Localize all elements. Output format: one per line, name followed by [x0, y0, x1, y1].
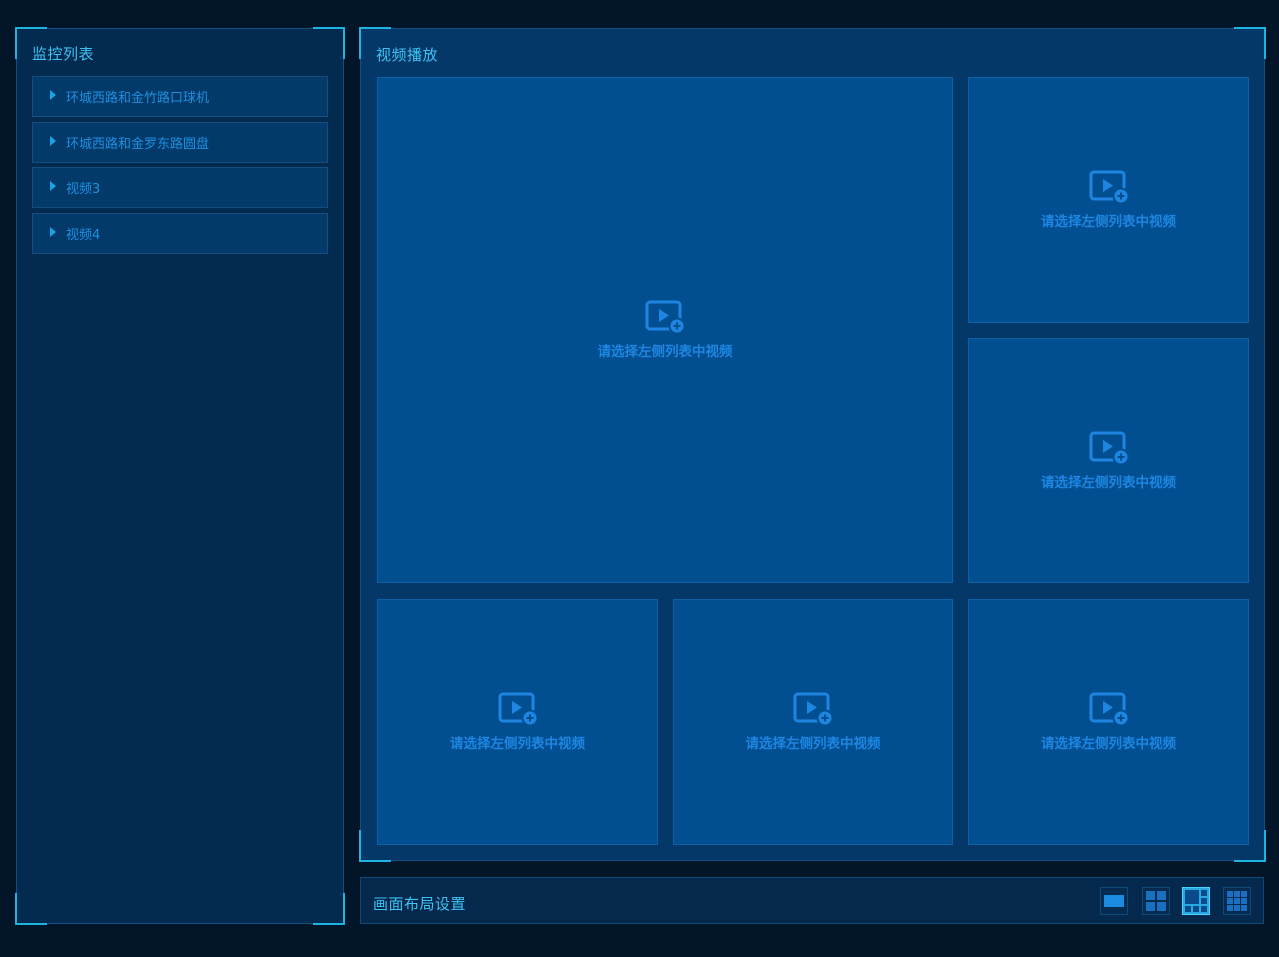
layout-settings-title: 画面布局设置	[373, 895, 467, 913]
corner-decoration	[313, 893, 345, 925]
corner-decoration	[15, 893, 47, 925]
layout-4-button[interactable]	[1142, 887, 1170, 915]
video-placeholder-text: 请选择左侧列表中视频	[1041, 474, 1176, 491]
video-add-icon	[645, 300, 685, 334]
layout-1-button[interactable]	[1100, 887, 1128, 915]
video-cell[interactable]: 请选择左侧列表中视频	[968, 338, 1249, 583]
video-cell-main[interactable]: 请选择左侧列表中视频	[377, 77, 953, 583]
corner-decoration	[1234, 27, 1266, 59]
caret-right-icon	[50, 89, 56, 100]
video-placeholder-text: 请选择左侧列表中视频	[745, 736, 881, 752]
layout-settings-bar: 画面布局设置	[360, 877, 1264, 924]
video-placeholder-text: 请选择左侧列表中视频	[1041, 214, 1176, 230]
layout-1-icon	[1104, 895, 1124, 907]
video-add-icon	[498, 692, 538, 726]
video-add-icon	[793, 692, 833, 726]
video-playback-title: 视频播放	[376, 46, 439, 64]
video-cell[interactable]: 请选择左侧列表中视频	[377, 599, 658, 845]
video-playback-panel: 视频播放 请选择左侧列表中视频 请选择左侧列表中视频 请选择左侧列表中视频 请选…	[359, 27, 1266, 862]
caret-right-icon	[50, 135, 56, 146]
video-placeholder-text: 请选择左侧列表中视频	[1041, 736, 1176, 752]
video-placeholder-text: 请选择左侧列表中视频	[597, 344, 733, 360]
corner-decoration	[313, 27, 345, 59]
monitor-list-item[interactable]: 环城西路和金竹路口球机	[32, 76, 328, 117]
layout-6-icon	[1185, 890, 1207, 912]
monitor-list-panel: 监控列表 环城西路和金竹路口球机 环城西路和金罗东路圆盘 视频3 视频4	[15, 27, 345, 925]
monitor-list-title: 监控列表	[32, 45, 95, 63]
monitor-list-item[interactable]: 视频4	[32, 213, 328, 254]
layout-6-button[interactable]	[1182, 887, 1210, 915]
monitor-list-item[interactable]: 环城西路和金罗东路圆盘	[32, 122, 328, 163]
monitor-list-item-label: 环城西路和金竹路口球机	[66, 91, 210, 106]
video-cell[interactable]: 请选择左侧列表中视频	[968, 599, 1249, 845]
layout-9-button[interactable]	[1223, 887, 1251, 915]
caret-right-icon	[50, 180, 56, 191]
monitor-list-item-label: 视频4	[66, 228, 101, 243]
video-cell[interactable]: 请选择左侧列表中视频	[673, 599, 953, 845]
caret-right-icon	[50, 226, 56, 237]
video-placeholder-text: 请选择左侧列表中视频	[450, 736, 585, 752]
monitor-list-item[interactable]: 视频3	[32, 167, 328, 208]
monitor-list-item-label: 视频3	[66, 182, 101, 197]
video-add-icon	[1089, 431, 1129, 465]
layout-9-icon	[1227, 891, 1247, 911]
video-add-icon	[1089, 692, 1129, 726]
layout-4-icon	[1146, 891, 1166, 911]
video-cell[interactable]: 请选择左侧列表中视频	[968, 77, 1249, 323]
monitor-list-item-label: 环城西路和金罗东路圆盘	[66, 137, 210, 152]
video-add-icon	[1089, 170, 1129, 204]
